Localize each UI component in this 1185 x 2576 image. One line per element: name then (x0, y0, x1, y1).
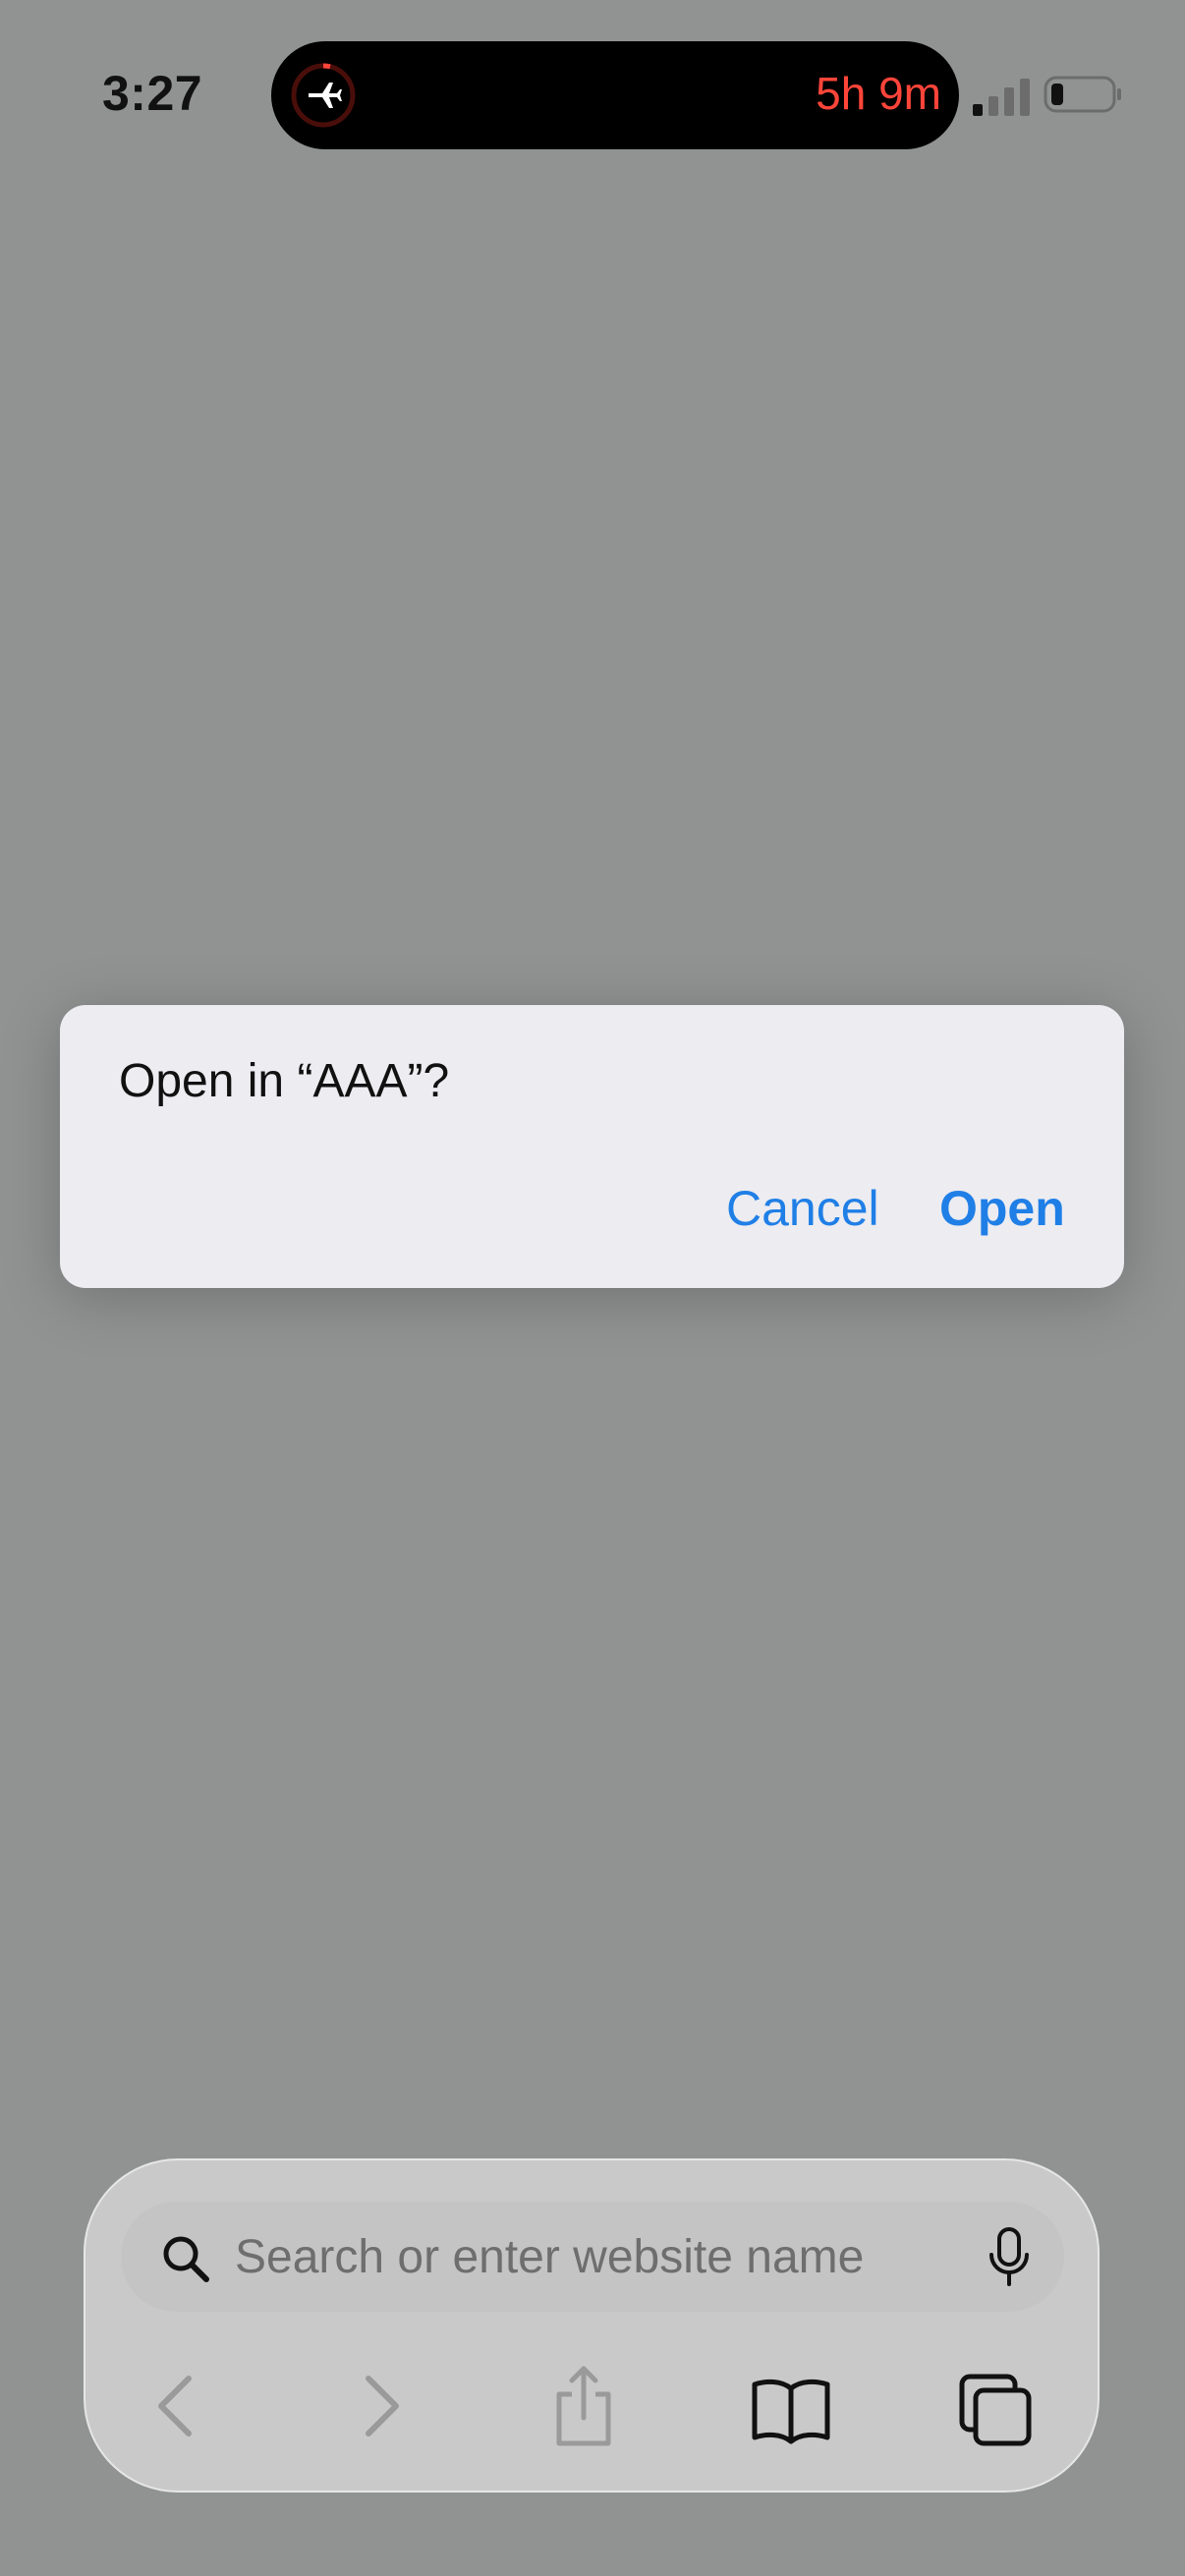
open-button[interactable]: Open (939, 1180, 1065, 1237)
back-icon (158, 2376, 192, 2436)
back-button[interactable] (132, 2357, 220, 2455)
tabs-button[interactable] (952, 2357, 1041, 2455)
dynamic-island[interactable]: 5h 9m (271, 41, 959, 149)
cancel-button[interactable]: Cancel (726, 1180, 879, 1237)
status-bar: 3:27 5h 9m (0, 0, 1185, 149)
battery-low-icon (1044, 75, 1124, 114)
search-icon (160, 2233, 211, 2284)
cellular-signal-icon (973, 77, 1030, 116)
bookmarks-button[interactable] (747, 2357, 835, 2455)
search-placeholder: Search or enter website name (235, 2231, 865, 2283)
forward-icon (366, 2376, 399, 2436)
share-icon (556, 2366, 611, 2446)
tabs-icon (959, 2374, 1032, 2446)
island-time-remaining: 5h 9m (816, 68, 941, 119)
browser-toolbar: Search or enter website name (84, 2158, 1100, 2492)
share-button[interactable] (539, 2357, 628, 2455)
open-in-app-dialog: Open in “AAA”? Cancel Open (60, 1005, 1124, 1288)
status-time: 3:27 (102, 66, 203, 121)
forward-button[interactable] (337, 2357, 425, 2455)
search-input[interactable]: Search or enter website name (121, 2202, 1064, 2312)
microphone-icon[interactable] (988, 2227, 1031, 2288)
bookmarks-icon (752, 2379, 830, 2444)
dialog-title: Open in “AAA”? (119, 1055, 450, 1107)
airplane-icon (289, 61, 358, 130)
